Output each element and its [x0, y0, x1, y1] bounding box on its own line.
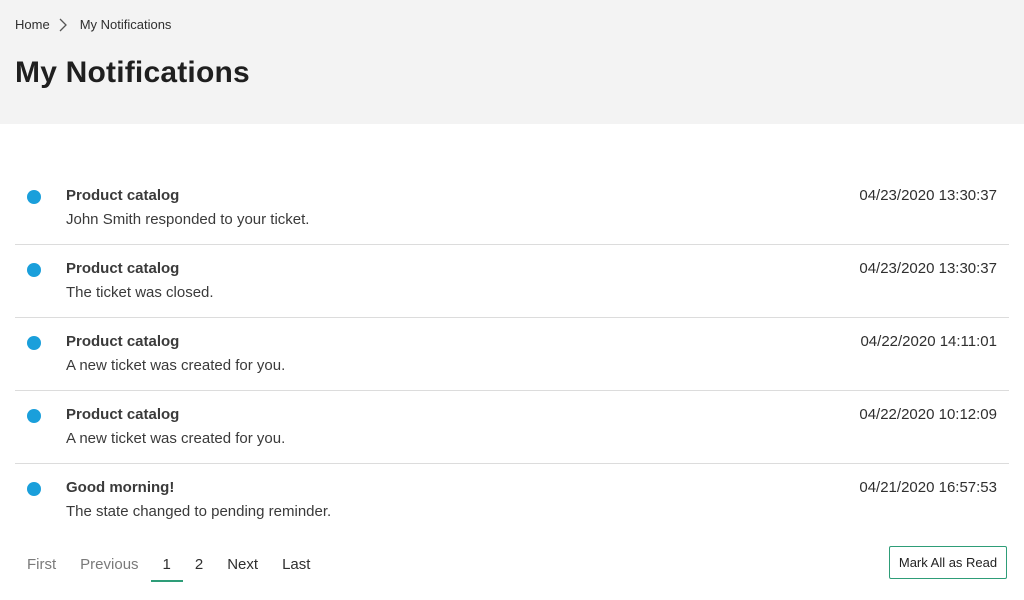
- unread-dot-icon: [27, 482, 41, 496]
- pagination-page-2[interactable]: 2: [183, 548, 215, 582]
- unread-dot-icon: [27, 336, 41, 350]
- chevron-right-icon: [58, 18, 74, 32]
- notification-text: The state changed to pending reminder.: [66, 503, 332, 520]
- notification-text: A new ticket was created for you.: [66, 357, 286, 374]
- page-title: My Notifications: [15, 56, 250, 89]
- pagination-page-1[interactable]: 1: [150, 548, 183, 582]
- notification-item[interactable]: Product catalog A new ticket was created…: [15, 391, 1009, 464]
- pagination-last[interactable]: Last: [270, 548, 322, 582]
- notification-timestamp: 04/23/2020 13:30:37: [859, 187, 997, 204]
- breadcrumb: Home My Notifications: [15, 17, 171, 32]
- notification-timestamp: 04/22/2020 14:11:01: [860, 333, 997, 350]
- notification-text: A new ticket was created for you.: [66, 430, 286, 447]
- notification-text: John Smith responded to your ticket.: [66, 211, 310, 228]
- notification-timestamp: 04/23/2020 13:30:37: [859, 260, 997, 277]
- notification-timestamp: 04/21/2020 16:57:53: [859, 479, 997, 496]
- notification-title: Good morning!: [66, 479, 175, 496]
- mark-all-read-button[interactable]: Mark All as Read: [889, 546, 1007, 579]
- pagination: First Previous 1 2 Next Last: [15, 548, 322, 584]
- pagination-next[interactable]: Next: [215, 548, 270, 582]
- notification-item[interactable]: Good morning! The state changed to pendi…: [15, 464, 1009, 536]
- notification-item[interactable]: Product catalog The ticket was closed. 0…: [15, 245, 1009, 318]
- notification-title: Product catalog: [66, 406, 180, 423]
- pagination-first[interactable]: First: [15, 548, 68, 582]
- breadcrumb-current: My Notifications: [79, 17, 172, 32]
- notification-item[interactable]: Product catalog John Smith responded to …: [15, 172, 1009, 245]
- notification-title: Product catalog: [66, 260, 180, 277]
- unread-dot-icon: [27, 263, 41, 277]
- pagination-previous[interactable]: Previous: [68, 548, 150, 582]
- notification-text: The ticket was closed.: [66, 284, 214, 301]
- notification-item[interactable]: Product catalog A new ticket was created…: [15, 318, 1009, 391]
- notification-title: Product catalog: [66, 333, 180, 350]
- unread-dot-icon: [27, 409, 41, 423]
- notification-timestamp: 04/22/2020 10:12:09: [859, 406, 997, 423]
- breadcrumb-home-link[interactable]: Home: [15, 17, 50, 32]
- notification-list: Product catalog John Smith responded to …: [15, 172, 1009, 536]
- page-header: Home My Notifications My Notifications: [0, 0, 1024, 124]
- notification-title: Product catalog: [66, 187, 180, 204]
- unread-dot-icon: [27, 190, 41, 204]
